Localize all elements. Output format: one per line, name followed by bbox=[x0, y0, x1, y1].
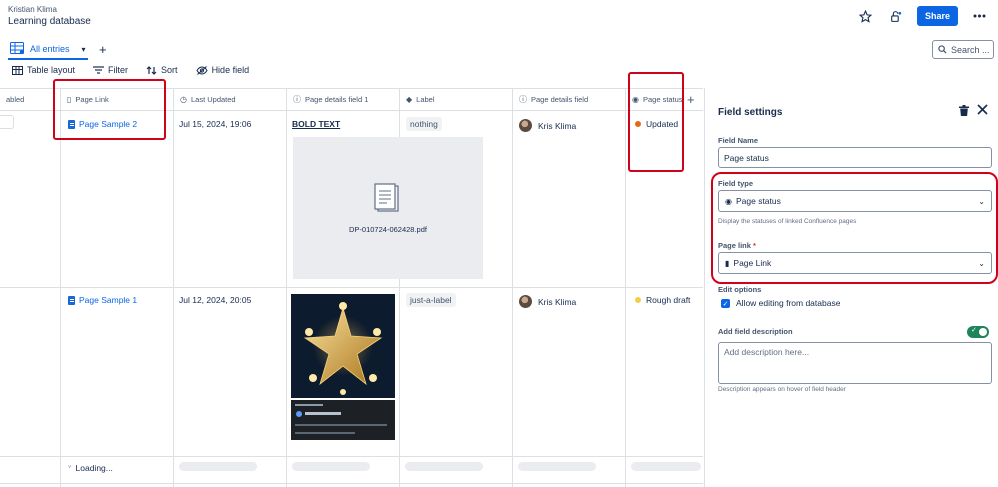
allow-editing-label: Allow editing from database bbox=[736, 298, 841, 308]
close-icon[interactable] bbox=[977, 104, 988, 118]
column-header-label: Page details field 1 bbox=[305, 94, 369, 104]
field-name-value: Page status bbox=[724, 152, 769, 163]
user-cell[interactable]: Kris Klima bbox=[519, 119, 576, 132]
label-tag: just-a-label bbox=[406, 293, 456, 307]
description-help: Description appears on hover of field he… bbox=[718, 386, 846, 393]
space-owner: Kristian Klima bbox=[8, 5, 57, 14]
field-name-label: Field Name bbox=[718, 136, 759, 145]
add-column-button[interactable]: + bbox=[687, 92, 695, 107]
tag-icon: ◆ bbox=[406, 94, 413, 104]
add-view-button[interactable]: + bbox=[99, 42, 107, 57]
loading-skeleton bbox=[292, 462, 370, 471]
header-actions: Share bbox=[857, 6, 988, 26]
field-name-input[interactable]: Page status bbox=[718, 147, 992, 168]
label-tag: nothing bbox=[406, 117, 442, 131]
column-header-label: Label bbox=[416, 94, 435, 104]
highlight-page-status-column bbox=[628, 72, 684, 172]
last-updated-cell: Jul 12, 2024, 20:05 bbox=[179, 295, 252, 305]
sort-button[interactable]: Sort bbox=[146, 65, 178, 75]
hide-field-label: Hide field bbox=[211, 65, 250, 75]
table-icon bbox=[12, 65, 23, 75]
share-button[interactable]: Share bbox=[916, 6, 958, 26]
sort-icon bbox=[146, 65, 157, 75]
page-link-text: Page Sample 1 bbox=[79, 295, 138, 305]
database-table: abled ▯ Page Link ◷ Last Updated ⓘ Page … bbox=[0, 72, 703, 487]
star-icon[interactable] bbox=[857, 7, 875, 25]
field-settings-panel: Field settings Field Name Page status Fi… bbox=[704, 88, 998, 487]
unlock-icon[interactable] bbox=[887, 7, 905, 25]
loading-skeleton bbox=[179, 462, 257, 471]
file-icon bbox=[374, 182, 399, 212]
last-updated-cell: Jul 15, 2024, 19:06 bbox=[179, 119, 252, 129]
status-cell[interactable]: Rough draft bbox=[635, 295, 690, 305]
loading-skeleton bbox=[631, 462, 701, 471]
table-view-icon bbox=[10, 42, 25, 56]
description-textarea[interactable]: Add description here... bbox=[718, 342, 992, 384]
label-cell[interactable]: nothing bbox=[406, 117, 442, 131]
clock-icon: ◷ bbox=[180, 94, 187, 104]
description-placeholder: Add description here... bbox=[724, 347, 810, 357]
chevron-down-icon[interactable]: ▾ bbox=[82, 45, 86, 54]
sort-label: Sort bbox=[161, 65, 178, 75]
edit-options-label: Edit options bbox=[718, 285, 762, 294]
view-tab-label: All entries bbox=[30, 44, 70, 54]
screenshot-thumbnail[interactable] bbox=[291, 400, 395, 440]
row-checkbox[interactable] bbox=[0, 115, 14, 129]
loading-label: Loading... bbox=[75, 463, 113, 473]
check-icon: ✓ bbox=[971, 327, 977, 334]
status-label: Rough draft bbox=[646, 295, 691, 305]
row-divider bbox=[0, 483, 703, 484]
avatar bbox=[519, 295, 532, 308]
table-layout-label: Table layout bbox=[27, 65, 76, 75]
user-name: Kris Klima bbox=[538, 296, 577, 307]
chevron-down-icon: ˅ bbox=[68, 465, 72, 471]
highlight-page-link-column bbox=[53, 79, 166, 140]
star-diagram-image[interactable] bbox=[291, 294, 395, 398]
filter-label: Filter bbox=[108, 65, 129, 75]
column-header-page-details[interactable]: ⓘ Page details field bbox=[513, 88, 625, 110]
user-cell[interactable]: Kris Klima bbox=[519, 295, 576, 308]
loading-row: ˅ Loading... bbox=[68, 463, 113, 473]
attachment-preview[interactable]: DP-010724-062428.pdf bbox=[293, 137, 483, 279]
column-header-label: Page details field bbox=[531, 94, 589, 104]
trash-icon[interactable] bbox=[959, 105, 969, 119]
column-header-enabled[interactable]: abled bbox=[0, 88, 60, 110]
column-header-page-details-1[interactable]: ⓘ Page details field 1 bbox=[287, 88, 399, 110]
label-cell[interactable]: just-a-label bbox=[406, 293, 456, 307]
avatar bbox=[519, 119, 532, 132]
more-options-icon[interactable] bbox=[970, 7, 988, 25]
loading-skeleton bbox=[518, 462, 596, 471]
table-toolbar: Table layout Filter Sort Hide field bbox=[12, 65, 249, 75]
filter-button[interactable]: Filter bbox=[93, 65, 128, 75]
panel-title: Field settings bbox=[718, 107, 783, 118]
page-details-cell: BOLD TEXT bbox=[292, 119, 341, 129]
column-header-label: Last Updated bbox=[190, 94, 236, 104]
page-link-cell[interactable]: Page Sample 1 bbox=[68, 295, 137, 305]
loading-skeleton bbox=[405, 462, 483, 471]
row-divider bbox=[0, 456, 703, 457]
allow-editing-checkbox[interactable]: ✓ bbox=[721, 299, 730, 308]
row-divider bbox=[0, 287, 703, 288]
active-tab-indicator bbox=[8, 58, 88, 60]
search-icon bbox=[938, 45, 947, 54]
column-header-label: abled bbox=[6, 94, 25, 104]
column-header-label[interactable]: ◆ Label bbox=[400, 88, 512, 110]
status-dot bbox=[635, 297, 641, 303]
view-tab-all-entries[interactable]: All entries ▾ bbox=[10, 42, 86, 56]
database-title: Learning database bbox=[8, 16, 91, 27]
add-description-label: Add field description bbox=[718, 327, 793, 336]
info-icon: ⓘ bbox=[519, 94, 527, 104]
search-placeholder: Search ... bbox=[951, 44, 990, 55]
user-name: Kris Klima bbox=[538, 120, 577, 131]
search-input[interactable]: Search ... bbox=[932, 40, 994, 59]
column-header-last-updated[interactable]: ◷ Last Updated bbox=[174, 88, 286, 110]
info-icon: ⓘ bbox=[293, 94, 301, 104]
page-icon bbox=[68, 295, 75, 305]
table-layout-button[interactable]: Table layout bbox=[12, 65, 75, 75]
hide-field-button[interactable]: Hide field bbox=[195, 65, 250, 75]
eye-off-icon bbox=[195, 65, 208, 75]
attachment-filename: DP-010724-062428.pdf bbox=[349, 224, 427, 234]
highlight-field-type-section bbox=[711, 172, 998, 284]
filter-icon bbox=[93, 66, 105, 74]
